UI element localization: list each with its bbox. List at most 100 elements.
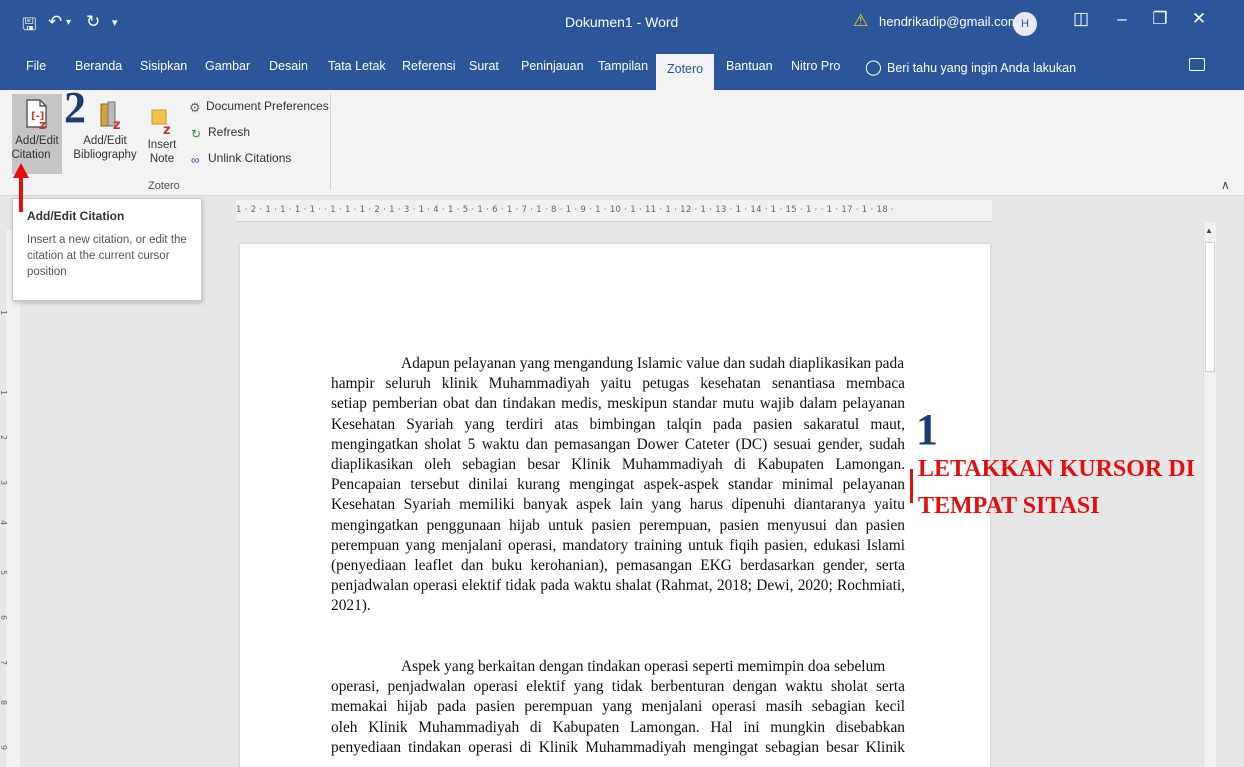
text-line: Pencapaian tersebut dinilai kurang mengi… (331, 476, 905, 494)
text-line: diaplikasikan oleh sebagian besar Klinik… (331, 455, 905, 473)
text-line: setiap pemberian obat dan tindakan medis… (331, 395, 905, 413)
text-line: Kesehatan Syariah memiliki banyak aspek … (331, 496, 905, 514)
svg-text:z: z (163, 123, 171, 138)
vruler-tick: 2 (0, 435, 8, 440)
horizontal-ruler[interactable]: 1 · 2 · 1 · 1 · 1 · 1 · · 1 · 1 · 1 · 2 … (236, 200, 992, 222)
insert-note-label-2: Note (149, 153, 175, 165)
refresh-icon: ↻ (191, 127, 202, 141)
close-button[interactable]: ✕ (1184, 9, 1214, 29)
document-title: Dokumen1 - Word (565, 14, 679, 30)
group-separator (330, 94, 331, 190)
tab-tata-letak[interactable]: Tata Letak (328, 59, 386, 73)
add-edit-citation-button[interactable]: [-] z Add/Edit Citation (12, 94, 62, 174)
undo-icon[interactable]: ↶ (48, 12, 62, 32)
tab-beranda[interactable]: Beranda (75, 59, 122, 73)
vruler-tick: 8 (0, 700, 8, 705)
text-line: penyediaan tindakan operasi di Klinik Mu… (331, 738, 905, 756)
vertical-ruler[interactable]: 1 1 2 3 4 5 6 7 8 9 (0, 230, 20, 767)
unlink-citations-button[interactable]: ∞ Unlink Citations (191, 151, 291, 167)
customize-toolbar-icon[interactable]: ▾ (112, 16, 118, 29)
vruler-tick: 3 (0, 480, 8, 485)
text-line: perempuan yang menjalani operasi, mandat… (331, 536, 905, 554)
comments-icon[interactable] (1189, 58, 1205, 71)
text-line: penjadwalan operasi elektif tidak pada w… (331, 577, 905, 595)
svg-text:z: z (39, 118, 46, 130)
lightbulb-icon: ◯ (865, 59, 882, 76)
add-edit-bibliography-label-2: Bibliography (73, 149, 137, 161)
text-line: mengingatkan penggunaan hijab untuk pasi… (331, 516, 905, 534)
title-bar: 🖫 ↶ ▾ ↻ ▾ Dokumen1 - Word ⚠ hendrikadip@… (0, 0, 1244, 48)
instruction-line-1: LETAKKAN KURSOR DI (918, 456, 1195, 482)
redo-icon[interactable]: ↻ (86, 12, 100, 32)
unlink-icon: ∞ (191, 153, 200, 167)
tab-bantuan[interactable]: Bantuan (726, 59, 773, 73)
step-2-marker: 2 (64, 83, 86, 132)
collapse-ribbon-icon[interactable]: ∧ (1221, 178, 1230, 192)
document-preferences-button[interactable]: ⚙ Document Preferences (189, 99, 329, 115)
text-line: 2021). (331, 597, 371, 615)
tab-gambar[interactable]: Gambar (205, 59, 250, 73)
minimize-button[interactable]: – (1107, 9, 1137, 29)
tab-file[interactable]: File (26, 59, 46, 73)
undo-dropdown-icon[interactable]: ▾ (66, 17, 71, 28)
text-line: Aspek yang berkaitan dengan tindakan ope… (401, 658, 886, 675)
instruction-line-2: TEMPAT SITASI (918, 493, 1100, 519)
tab-peninjauan[interactable]: Peninjauan (521, 59, 584, 73)
add-edit-citation-label-1: Add/Edit (15, 135, 59, 147)
document-preferences-label: Document Preferences (206, 99, 329, 113)
tab-desain[interactable]: Desain (269, 59, 308, 73)
tab-nitro-pro[interactable]: Nitro Pro (791, 59, 840, 73)
vruler-tick: 6 (0, 615, 8, 620)
ribbon: [-] z Add/Edit Citation z Add/Edit Bibli… (0, 90, 1244, 196)
tab-referensi[interactable]: Referensi (402, 59, 456, 73)
zotero-group-label: Zotero (148, 180, 180, 192)
save-icon[interactable]: 🖫 (22, 12, 36, 41)
text-line: oleh Klinik Muhammadiyah di Kabupaten La… (331, 718, 905, 736)
text-line: memakai hijab pada pasien perempuan yang… (331, 698, 905, 716)
ruler-ticks: 1 · 2 · 1 · 1 · 1 · 1 · · 1 · 1 · 1 · 2 … (236, 205, 894, 215)
text-line: operasi, penjadwalan operasi elektif yan… (331, 678, 905, 696)
insert-note-label-1: Insert (147, 139, 177, 151)
ribbon-display-options-icon[interactable]: ◫ (1066, 9, 1096, 29)
paragraph-2[interactable]: Aspek yang berkaitan dengan tindakan ope… (331, 657, 905, 758)
tell-me-box[interactable]: ◯ Beri tahu yang ingin Anda lakukan (865, 58, 1076, 76)
citation-icon: [-] z (26, 99, 47, 132)
account-email[interactable]: hendrikadip@gmail.com (879, 14, 1019, 29)
vruler-tick: 5 (0, 570, 8, 575)
vruler-tick: 9 (0, 745, 8, 750)
text-line: mengingatkan sholat 5 waktu dan pemasang… (331, 435, 905, 453)
tooltip-title: Add/Edit Citation (27, 209, 125, 223)
text-line: (penyediaan leaflet dan buku kerohanian)… (331, 556, 905, 574)
tooltip-description: Insert a new citation, or edit the citat… (27, 234, 187, 278)
scrollbar-thumb[interactable] (1205, 242, 1215, 372)
note-icon: z (151, 109, 171, 138)
restore-button[interactable]: ❐ (1145, 9, 1175, 29)
paragraph-1[interactable]: Adapun pelayanan yang mengandung Islamic… (331, 354, 905, 616)
vruler-tick: 1 (0, 310, 8, 315)
citation-tooltip: Add/Edit Citation Insert a new citation,… (12, 198, 202, 301)
vruler-tick: 1 (0, 390, 8, 395)
cursor-position-marker (910, 469, 913, 503)
insert-note-button[interactable]: z Insert Note (144, 94, 180, 174)
add-edit-citation-label-2: Citation (11, 149, 51, 161)
refresh-button[interactable]: ↻ Refresh (191, 125, 250, 141)
unlink-citations-label: Unlink Citations (208, 151, 292, 165)
ribbon-tabs: File Beranda Sisipkan Gambar Desain Tata… (0, 48, 1244, 90)
tell-me-text: Beri tahu yang ingin Anda lakukan (887, 61, 1077, 75)
warning-icon[interactable]: ⚠ (853, 11, 868, 31)
step-1-marker: 1 (916, 405, 938, 454)
text-line: Adapun pelayanan yang mengandung Islamic… (401, 355, 905, 372)
svg-text:z: z (113, 118, 121, 130)
tab-surat[interactable]: Surat (469, 59, 499, 73)
bibliography-icon: z (100, 101, 121, 133)
scroll-up-icon[interactable]: ▲ (1205, 226, 1213, 235)
vertical-scrollbar[interactable]: ▲ (1203, 222, 1216, 767)
tab-tampilan[interactable]: Tampilan (598, 59, 648, 73)
tab-zotero[interactable]: Zotero (656, 54, 715, 90)
vruler-tick: 4 (0, 520, 8, 525)
avatar[interactable]: H (1013, 12, 1037, 36)
gear-icon: ⚙ (189, 100, 201, 115)
red-arrow-shaft (19, 176, 23, 212)
tab-sisipkan[interactable]: Sisipkan (140, 59, 187, 73)
add-edit-bibliography-label-1: Add/Edit (83, 135, 127, 147)
